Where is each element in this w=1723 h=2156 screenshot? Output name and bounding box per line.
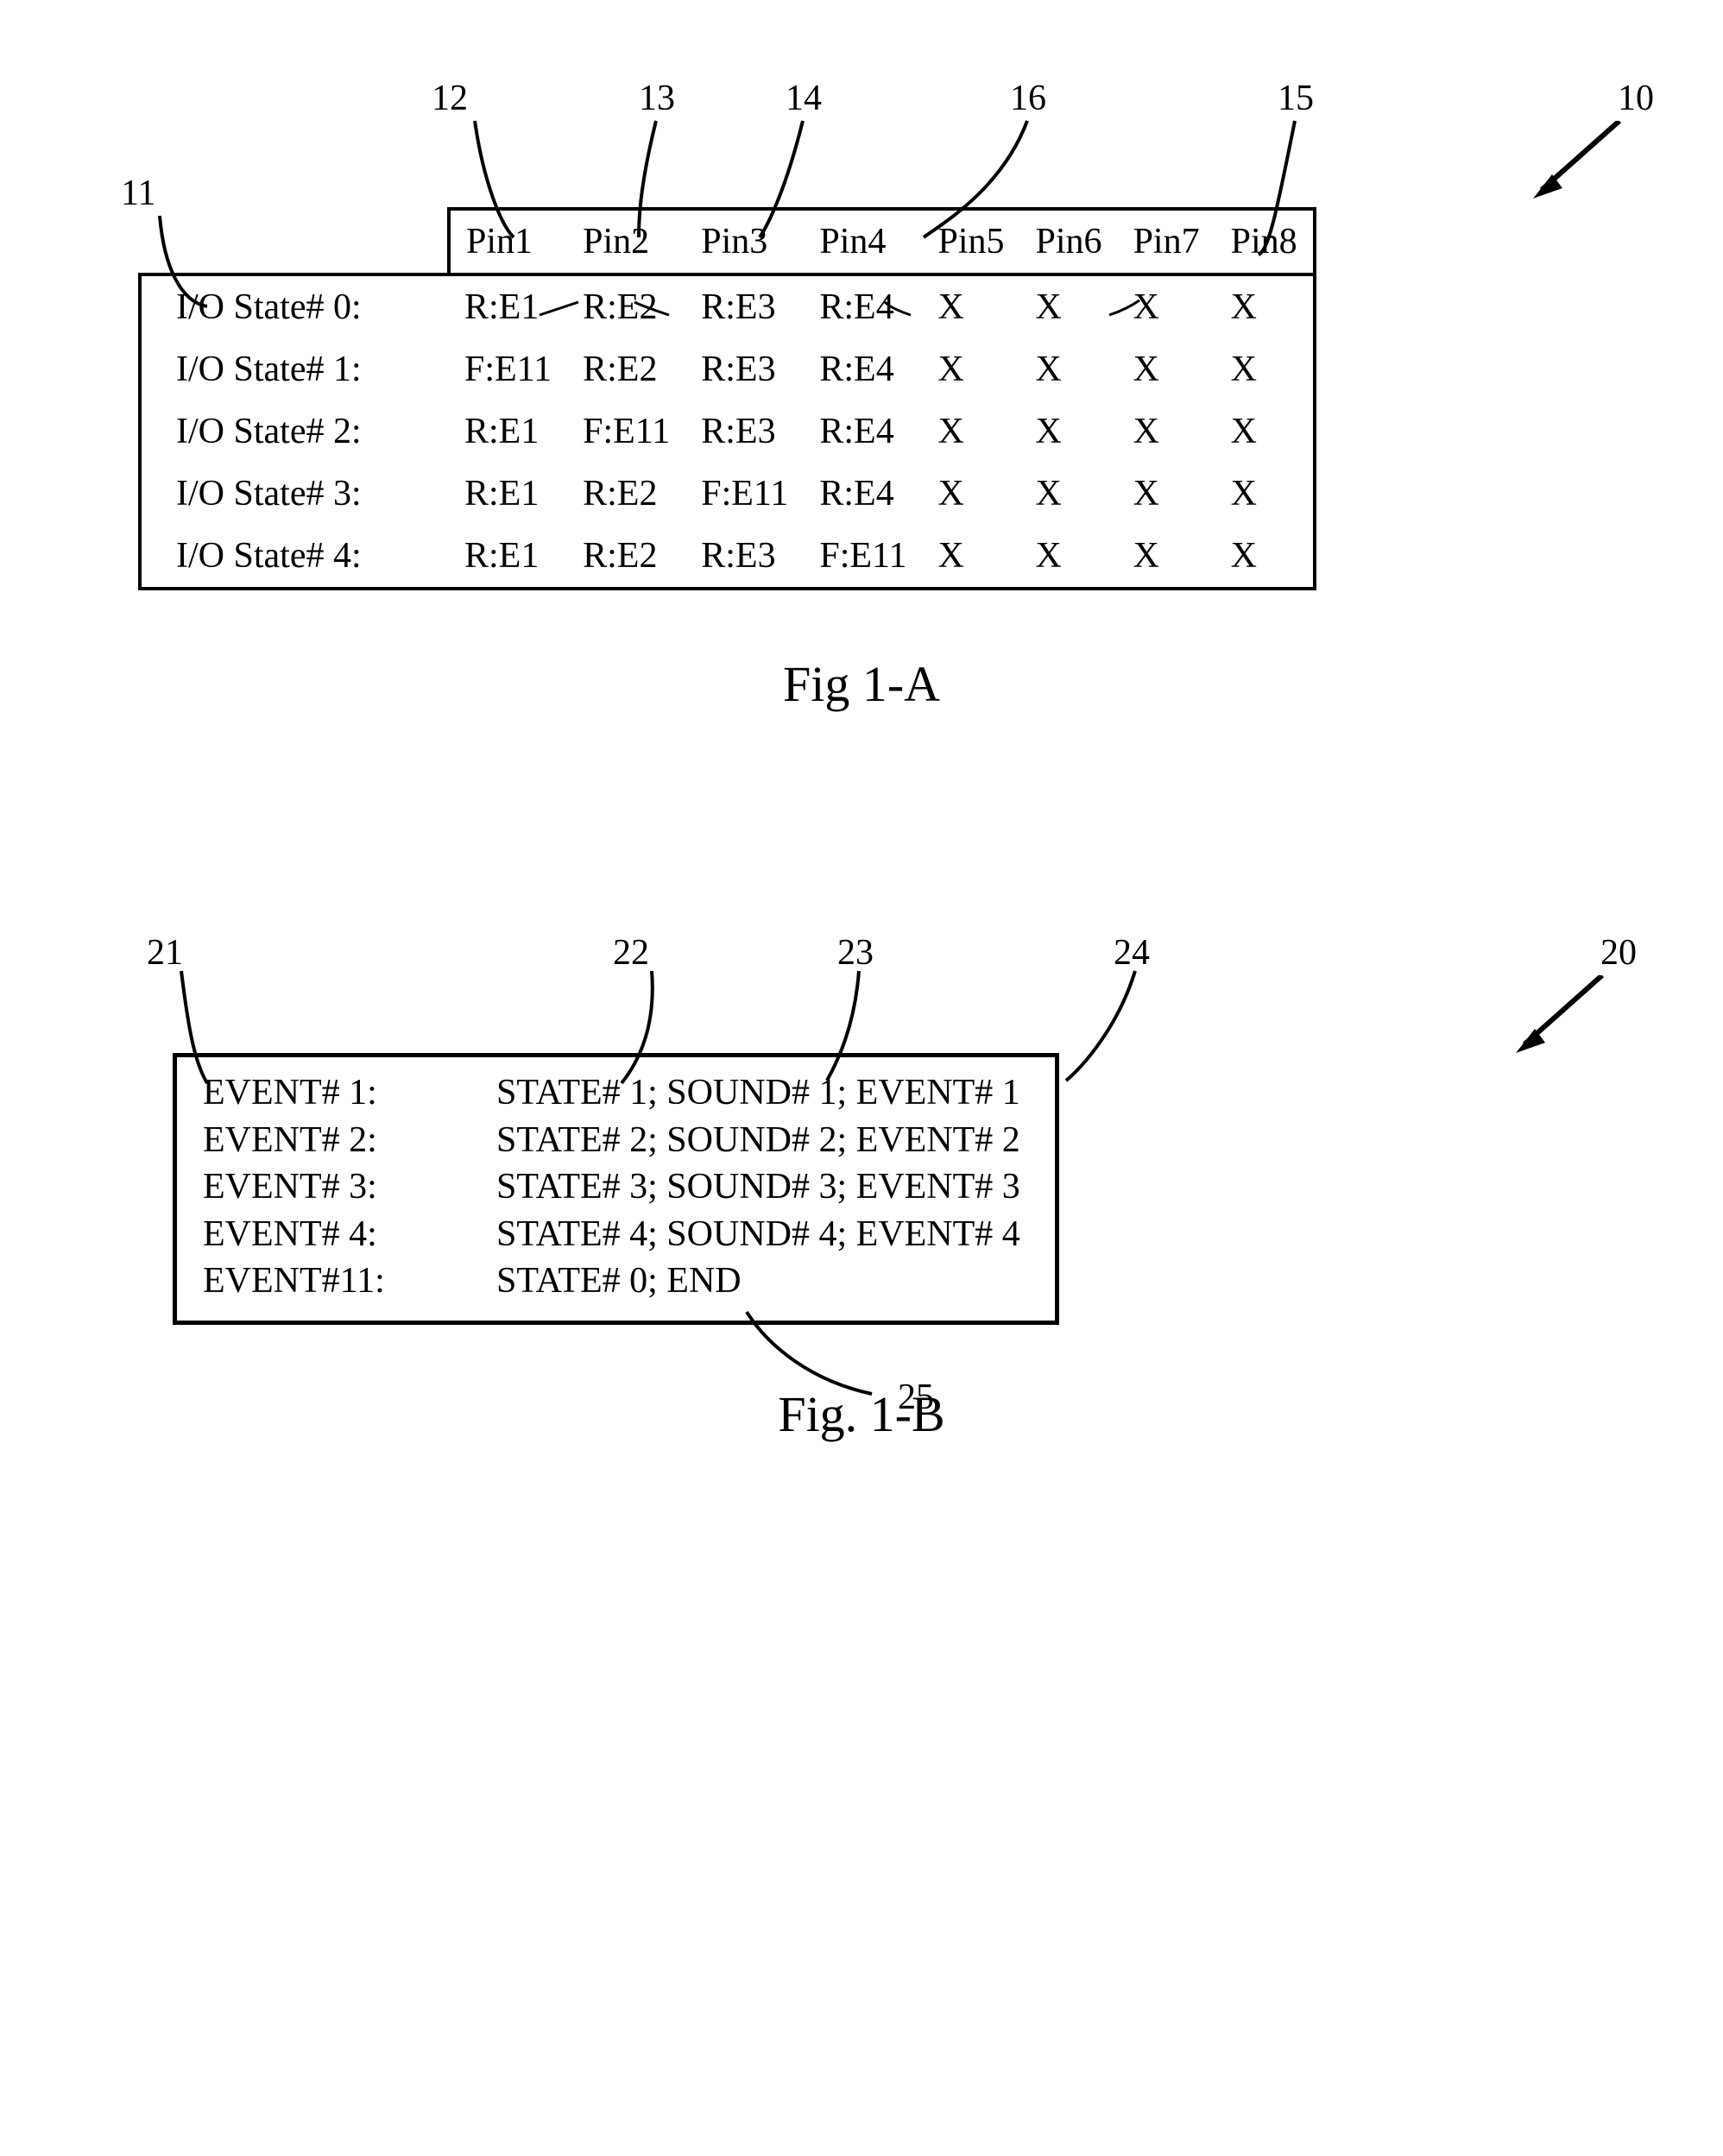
cell: R:E1 [449,463,567,525]
col-pin4: Pin4 [819,222,886,262]
event-value: STATE# 1; SOUND# 1; EVENT# 1 [496,1069,1020,1117]
event-value: STATE# 3; SOUND# 3; EVENT# 3 [496,1163,1020,1211]
ref-21: 21 [147,932,183,974]
table-row: I/O State# 3:R:E1R:E2F:E11R:E4XXXX [140,463,1315,525]
col-pin2: Pin2 [583,222,649,262]
cell: X [1215,463,1315,525]
cell: R:E3 [685,400,804,463]
cell: X [1215,400,1315,463]
cell: X [1215,274,1315,338]
cell: R:E1 [449,400,567,463]
cell: R:E3 [685,525,804,589]
row-label: I/O State# 1: [140,338,449,400]
col-pin5: Pin5 [938,222,1005,262]
event-label: EVENT# 1: [203,1069,496,1117]
col-pin3: Pin3 [701,222,767,262]
arrow-icon [1516,975,1611,1053]
event-table: EVENT# 1:STATE# 1; SOUND# 1; EVENT# 1EVE… [173,1053,1059,1325]
col-pin7: Pin7 [1133,222,1200,262]
event-row: EVENT#11:STATE# 0; END [203,1258,1020,1305]
ref-11: 11 [121,173,155,214]
ref-12: 12 [432,78,468,119]
cell: R:E4 [804,274,922,338]
cell: X [1020,525,1118,589]
cell: X [1020,274,1118,338]
ref-24: 24 [1114,932,1150,974]
cell: X [1215,525,1315,589]
cell: X [923,525,1020,589]
cell: X [1215,338,1315,400]
cell: X [1118,338,1215,400]
event-label: EVENT# 4: [203,1211,496,1258]
ref-13: 13 [639,78,675,119]
ref-22: 22 [613,932,649,974]
cell: F:E11 [449,338,567,400]
cell: R:E2 [567,274,685,338]
figure-1b: 20 21 22 23 24 25 EVENT# 1:STATE# 1; SOU… [35,915,1688,1692]
figure-1a: 10 12 13 14 16 15 11 Pin1 Pin2 Pin3 [35,52,1688,915]
event-label: EVENT# 3: [203,1163,496,1211]
cell: X [923,274,1020,338]
cell: R:E2 [567,525,685,589]
cell: F:E11 [567,400,685,463]
cell: R:E4 [804,463,922,525]
cell: R:E3 [685,338,804,400]
cell: R:E2 [567,463,685,525]
table-row: I/O State# 0:R:E1R:E2R:E3R:E4XXXX [140,274,1315,338]
ref-16: 16 [1010,78,1046,119]
cell: F:E11 [804,525,922,589]
ref-14: 14 [786,78,822,119]
event-value: STATE# 0; END [496,1258,742,1305]
figure-1a-caption: Fig 1-A [35,655,1688,713]
ref-23: 23 [837,932,874,974]
cell: R:E3 [685,274,804,338]
cell: X [1020,463,1118,525]
cell: X [1118,274,1215,338]
event-row: EVENT# 3:STATE# 3; SOUND# 3; EVENT# 3 [203,1163,1020,1211]
cell: X [923,400,1020,463]
cell: F:E11 [685,463,804,525]
cell: X [1020,338,1118,400]
row-label: I/O State# 0: [140,274,449,338]
cell: X [1118,400,1215,463]
event-row: EVENT# 1:STATE# 1; SOUND# 1; EVENT# 1 [203,1069,1020,1117]
row-label: I/O State# 3: [140,463,449,525]
cell: R:E1 [449,525,567,589]
cell: X [1118,525,1215,589]
arrow-icon [1533,121,1628,199]
cell: R:E4 [804,400,922,463]
event-row: EVENT# 4:STATE# 4; SOUND# 4; EVENT# 4 [203,1211,1020,1258]
ref-25: 25 [898,1377,934,1418]
ref-10: 10 [1618,78,1654,119]
ref-20: 20 [1600,932,1637,974]
col-pin6: Pin6 [1036,222,1102,262]
event-row: EVENT# 2:STATE# 2; SOUND# 2; EVENT# 2 [203,1117,1020,1164]
cell: R:E2 [567,338,685,400]
event-label: EVENT#11: [203,1258,496,1305]
cell: R:E4 [804,338,922,400]
figure-1b-caption: Fig. 1-B [35,1385,1688,1443]
event-value: STATE# 2; SOUND# 2; EVENT# 2 [496,1117,1020,1164]
table-row: I/O State# 1:F:E11R:E2R:E3R:E4XXXX [140,338,1315,400]
row-label: I/O State# 4: [140,525,449,589]
col-pin1: Pin1 [466,222,533,262]
event-label: EVENT# 2: [203,1117,496,1164]
ref-15: 15 [1278,78,1314,119]
table-row: I/O State# 4:R:E1R:E2R:E3F:E11XXXX [140,525,1315,589]
cell: X [1020,400,1118,463]
cell: X [923,463,1020,525]
cell: R:E1 [449,274,567,338]
cell: X [1118,463,1215,525]
table-row: I/O State# 2:R:E1F:E11R:E3R:E4XXXX [140,400,1315,463]
event-value: STATE# 4; SOUND# 4; EVENT# 4 [496,1211,1020,1258]
io-state-table: Pin1 Pin2 Pin3 Pin4 Pin5 Pin6 Pin7 Pin8 … [138,207,1316,590]
col-pin8: Pin8 [1231,222,1297,262]
cell: X [923,338,1020,400]
row-label: I/O State# 2: [140,400,449,463]
